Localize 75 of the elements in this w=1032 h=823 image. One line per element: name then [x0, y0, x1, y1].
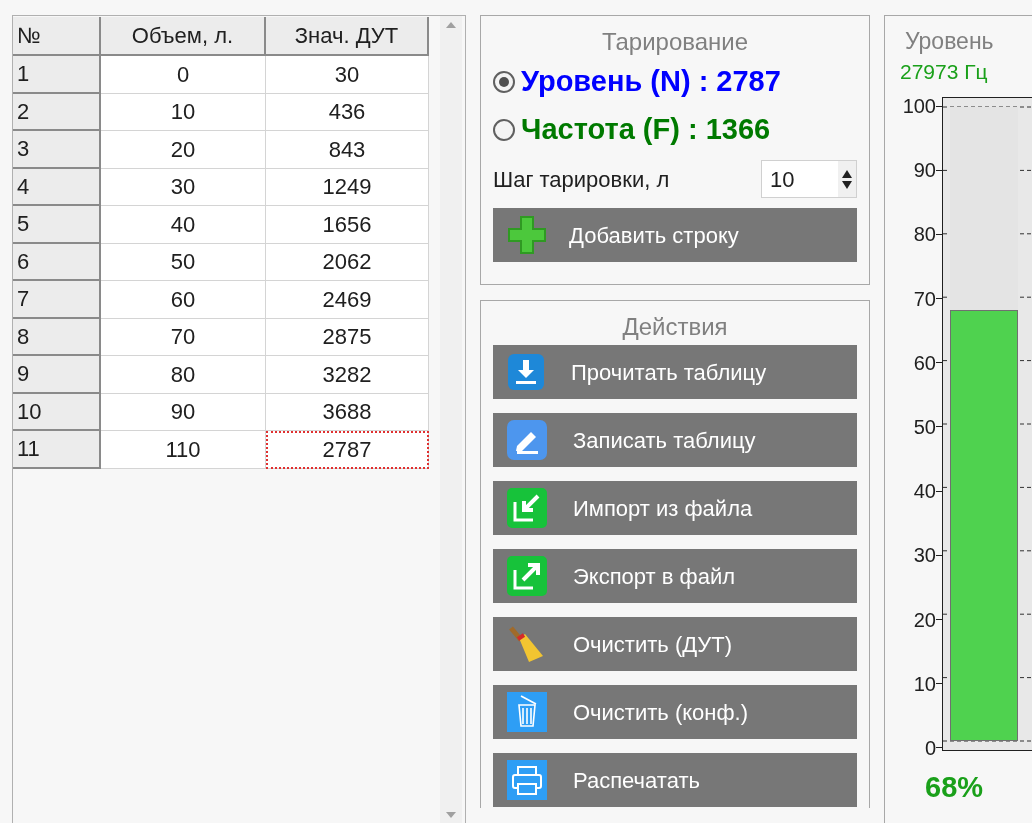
column-header[interactable]: Знач. ДУТ [266, 17, 429, 54]
column-header[interactable]: Объем, л. [101, 17, 266, 54]
table-cell: 2875 [266, 318, 429, 356]
table-cell: 436 [266, 93, 429, 131]
row-header[interactable]: 2 [13, 93, 101, 131]
table-cell: 90 [101, 393, 266, 431]
axis-label: 100 [902, 94, 936, 119]
radio-label[interactable]: Уровень (N) : 2787 [521, 60, 781, 104]
row-header[interactable]: 4 [13, 168, 101, 206]
row-header[interactable]: 1 [13, 56, 101, 94]
table-cell: 843 [266, 131, 429, 169]
table-cell: 110 [101, 431, 266, 469]
table-cell: 1249 [266, 168, 429, 206]
table-cell: 60 [101, 281, 266, 319]
table-cell: 2062 [266, 243, 429, 281]
action-button[interactable]: Очистить (ДУТ) [493, 617, 857, 671]
axis-label: 70 [913, 286, 936, 312]
table-cell: 10 [101, 93, 266, 131]
axis-label: 10 [913, 671, 936, 697]
table-cell: 20 [101, 131, 266, 169]
table-cell: 1656 [266, 206, 429, 244]
table-cell: 3282 [266, 356, 429, 394]
axis-label: 0 [924, 735, 936, 761]
table-cell: 0 [101, 56, 266, 94]
row-header[interactable]: 10 [13, 393, 101, 431]
radio-button[interactable] [493, 119, 515, 141]
action-button[interactable]: Импорт из файла [493, 481, 857, 535]
row-header[interactable]: 5 [13, 206, 101, 244]
row-header[interactable]: 7 [13, 281, 101, 319]
axis-label: 30 [913, 543, 936, 569]
table-cell: 2469 [266, 281, 429, 319]
group-title: Тарирование [600, 27, 750, 57]
action-button[interactable]: Очистить (конф.) [493, 685, 857, 739]
column-header[interactable]: № [13, 17, 101, 54]
spin-up-icon[interactable] [842, 169, 852, 178]
frequency-value: 27973 Гц [899, 59, 989, 85]
row-header[interactable]: 3 [13, 131, 101, 169]
import-icon [507, 488, 547, 528]
table-cell: 70 [101, 318, 266, 356]
action-button[interactable]: Записать таблицу [493, 413, 857, 467]
axis-label: 50 [913, 414, 936, 440]
table-cell: 30 [101, 168, 266, 206]
row-header[interactable]: 11 [13, 431, 101, 469]
spin-down-icon[interactable] [842, 180, 852, 189]
printer-icon [507, 760, 547, 800]
row-header[interactable]: 9 [13, 356, 101, 394]
action-button[interactable]: Распечатать [493, 753, 857, 807]
field-label: Шаг тарировки, л [493, 165, 671, 194]
axis-label: 40 [913, 479, 936, 505]
trash-icon [507, 692, 547, 732]
table-cell: 80 [101, 356, 266, 394]
row-header[interactable]: 6 [13, 243, 101, 281]
radio-label[interactable]: Частота (F) : 1366 [521, 108, 771, 152]
export-icon [507, 556, 547, 596]
group-title: Действия [621, 312, 729, 342]
row-header[interactable]: 8 [13, 318, 101, 356]
table-cell: 2787 [266, 431, 429, 469]
add-row-button[interactable]: Добавить строку [493, 208, 857, 262]
download-icon [507, 353, 545, 391]
axis-label: 60 [913, 350, 936, 376]
axis-label: 20 [913, 607, 936, 633]
action-button[interactable]: Прочитать таблицу [493, 345, 857, 399]
table-cell: 50 [101, 243, 266, 281]
axis-label: 80 [913, 222, 936, 248]
table-cell: 3688 [266, 393, 429, 431]
level-percent: 68% [924, 770, 985, 805]
axis-label: 90 [913, 158, 936, 184]
table-cell: 40 [101, 206, 266, 244]
radio-button[interactable] [493, 71, 515, 93]
plus-icon [507, 215, 547, 255]
pencil-icon [507, 420, 547, 460]
table-cell: 30 [266, 56, 429, 94]
action-button[interactable]: Экспорт в файл [493, 549, 857, 603]
step-spinbox[interactable]: 10 [761, 160, 857, 198]
panel-title: Уровень [904, 27, 995, 56]
